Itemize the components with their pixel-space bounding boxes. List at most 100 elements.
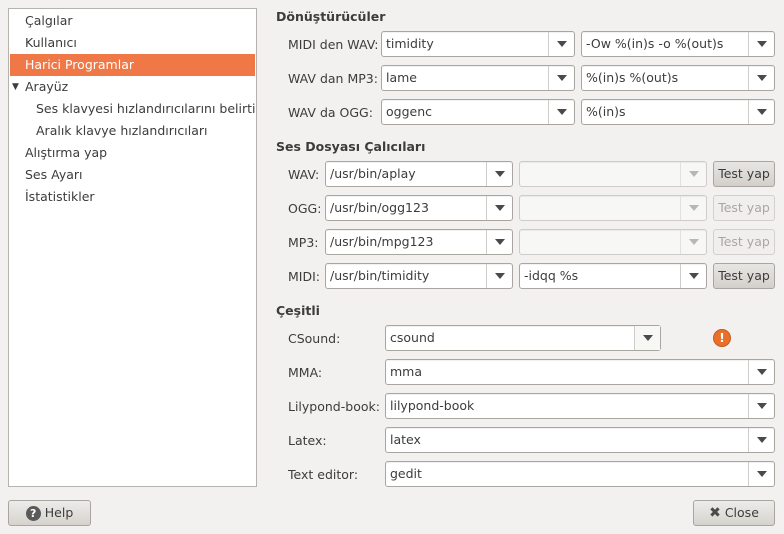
help-button[interactable]: ? Help: [8, 500, 91, 526]
midi-test-button[interactable]: Test yap: [713, 263, 775, 289]
chevron-down-icon[interactable]: [486, 230, 512, 254]
sidebar-item-label: İstatistikler: [25, 189, 95, 204]
midi-player-label: MIDI:: [288, 269, 320, 284]
players-section-title: Ses Dosyası Çalıcıları: [276, 139, 426, 154]
wav-to-ogg-args-combo[interactable]: %(in)s: [581, 99, 775, 125]
chevron-down-icon[interactable]: [748, 394, 774, 418]
close-icon: ✖: [709, 505, 721, 521]
text-editor-label: Text editor:: [288, 467, 359, 482]
sidebar-item-label: Çalgılar: [25, 13, 73, 28]
chevron-down-icon[interactable]: [748, 100, 774, 124]
sidebar-tree[interactable]: Çalgılar Kullanıcı Harici Programlar ▼ A…: [8, 8, 257, 487]
latex-label: Latex:: [288, 433, 327, 448]
wav-player-program-combo[interactable]: /usr/bin/aplay: [325, 161, 513, 187]
sidebar-item-label: Alıştırma yap: [25, 145, 108, 160]
combo-value: %(in)s %(out)s: [586, 70, 679, 85]
sidebar-item-istatistikler[interactable]: İstatistikler: [10, 186, 255, 208]
converters-section-title: Dönüştürücüler: [276, 9, 386, 24]
csound-combo[interactable]: csound: [385, 325, 661, 351]
mp3-test-button[interactable]: Test yap: [713, 229, 775, 255]
ogg-player-program-combo[interactable]: /usr/bin/ogg123: [325, 195, 513, 221]
midi-player-program-combo[interactable]: /usr/bin/timidity: [325, 263, 513, 289]
combo-value: -Ow %(in)s -o %(out)s: [586, 36, 724, 51]
sidebar-item-label: Kullanıcı: [25, 35, 77, 50]
sidebar-item-label: Harici Programlar: [25, 57, 135, 72]
text-editor-combo[interactable]: gedit: [385, 461, 775, 487]
chevron-down-icon[interactable]: [748, 32, 774, 56]
combo-value: lame: [386, 70, 417, 85]
chevron-down-icon[interactable]: [548, 32, 574, 56]
combo-value: latex: [390, 432, 421, 447]
midi-to-wav-args-combo[interactable]: -Ow %(in)s -o %(out)s: [581, 31, 775, 57]
combo-value: lilypond-book: [390, 398, 475, 413]
combo-value: gedit: [390, 466, 422, 481]
wav-player-label: WAV:: [288, 167, 320, 182]
sidebar-item-label: Aralık klavye hızlandırıcıları: [36, 123, 208, 138]
sidebar-item-label: Ses klavyesi hızlandırıcılarını belirtin: [36, 101, 255, 116]
wav-to-ogg-label: WAV da OGG:: [288, 105, 373, 120]
mp3-player-args-combo[interactable]: [519, 229, 707, 255]
combo-value: csound: [390, 330, 435, 345]
combo-value: oggenc: [386, 104, 433, 119]
chevron-down-icon[interactable]: [748, 360, 774, 384]
wav-to-mp3-program-combo[interactable]: lame: [381, 65, 575, 91]
wav-to-ogg-program-combo[interactable]: oggenc: [381, 99, 575, 125]
sidebar-item-ses-ayari[interactable]: Ses Ayarı: [10, 164, 255, 186]
chevron-down-icon[interactable]: [486, 162, 512, 186]
mma-label: MMA:: [288, 365, 323, 380]
combo-value: timidity: [386, 36, 434, 51]
mp3-player-program-combo[interactable]: /usr/bin/mpg123: [325, 229, 513, 255]
midi-to-wav-program-combo[interactable]: timidity: [381, 31, 575, 57]
combo-value: /usr/bin/ogg123: [330, 200, 429, 215]
csound-label: CSound:: [288, 331, 341, 346]
help-icon: ?: [25, 505, 41, 521]
midi-to-wav-label: MIDI den WAV:: [288, 37, 379, 52]
chevron-down-icon[interactable]: [680, 230, 706, 254]
wav-player-args-combo[interactable]: [519, 161, 707, 187]
chevron-down-icon[interactable]: [486, 196, 512, 220]
help-button-label: Help: [44, 505, 74, 520]
ogg-player-label: OGG:: [288, 201, 322, 216]
close-button[interactable]: ✖ Close: [693, 500, 775, 526]
sidebar-item-aralik-klavye[interactable]: Aralık klavye hızlandırıcıları: [10, 120, 255, 142]
wav-to-mp3-label: WAV dan MP3:: [288, 71, 378, 86]
mp3-player-label: MP3:: [288, 235, 319, 250]
chevron-down-icon[interactable]: [680, 196, 706, 220]
combo-value: /usr/bin/mpg123: [330, 234, 434, 249]
expander-triangle-icon[interactable]: ▼: [12, 76, 19, 98]
chevron-down-icon[interactable]: [748, 66, 774, 90]
wav-test-button[interactable]: Test yap: [713, 161, 775, 187]
sidebar-item-harici-programlar[interactable]: Harici Programlar: [10, 54, 255, 76]
combo-value: /usr/bin/aplay: [330, 166, 416, 181]
chevron-down-icon[interactable]: [680, 264, 706, 288]
lilypond-book-combo[interactable]: lilypond-book: [385, 393, 775, 419]
chevron-down-icon[interactable]: [748, 462, 774, 486]
combo-value: /usr/bin/timidity: [330, 268, 430, 283]
ogg-player-args-combo[interactable]: [519, 195, 707, 221]
chevron-down-icon[interactable]: [748, 428, 774, 452]
mma-combo[interactable]: mma: [385, 359, 775, 385]
midi-player-args-combo[interactable]: -idqq %s: [519, 263, 707, 289]
lilypond-book-label: Lilypond-book:: [288, 399, 380, 414]
combo-value: %(in)s: [586, 104, 626, 119]
chevron-down-icon[interactable]: [486, 264, 512, 288]
close-button-label: Close: [724, 505, 759, 520]
ogg-test-button[interactable]: Test yap: [713, 195, 775, 221]
sidebar-item-calgilar[interactable]: Çalgılar: [10, 10, 255, 32]
sidebar-item-label: Arayüz: [25, 79, 69, 94]
sidebar-item-ses-klavyesi[interactable]: Ses klavyesi hızlandırıcılarını belirtin: [10, 98, 255, 120]
warning-icon: !: [713, 329, 731, 347]
sidebar-item-arayuz[interactable]: ▼ Arayüz: [10, 76, 255, 98]
misc-section-title: Çeşitli: [276, 303, 320, 318]
latex-combo[interactable]: latex: [385, 427, 775, 453]
chevron-down-icon[interactable]: [634, 326, 660, 350]
chevron-down-icon[interactable]: [548, 66, 574, 90]
chevron-down-icon[interactable]: [680, 162, 706, 186]
sidebar-item-label: Ses Ayarı: [25, 167, 83, 182]
combo-value: mma: [390, 364, 423, 379]
sidebar-item-kullanici[interactable]: Kullanıcı: [10, 32, 255, 54]
chevron-down-icon[interactable]: [548, 100, 574, 124]
combo-value: -idqq %s: [524, 268, 579, 283]
sidebar-item-alistirma-yap[interactable]: Alıştırma yap: [10, 142, 255, 164]
wav-to-mp3-args-combo[interactable]: %(in)s %(out)s: [581, 65, 775, 91]
